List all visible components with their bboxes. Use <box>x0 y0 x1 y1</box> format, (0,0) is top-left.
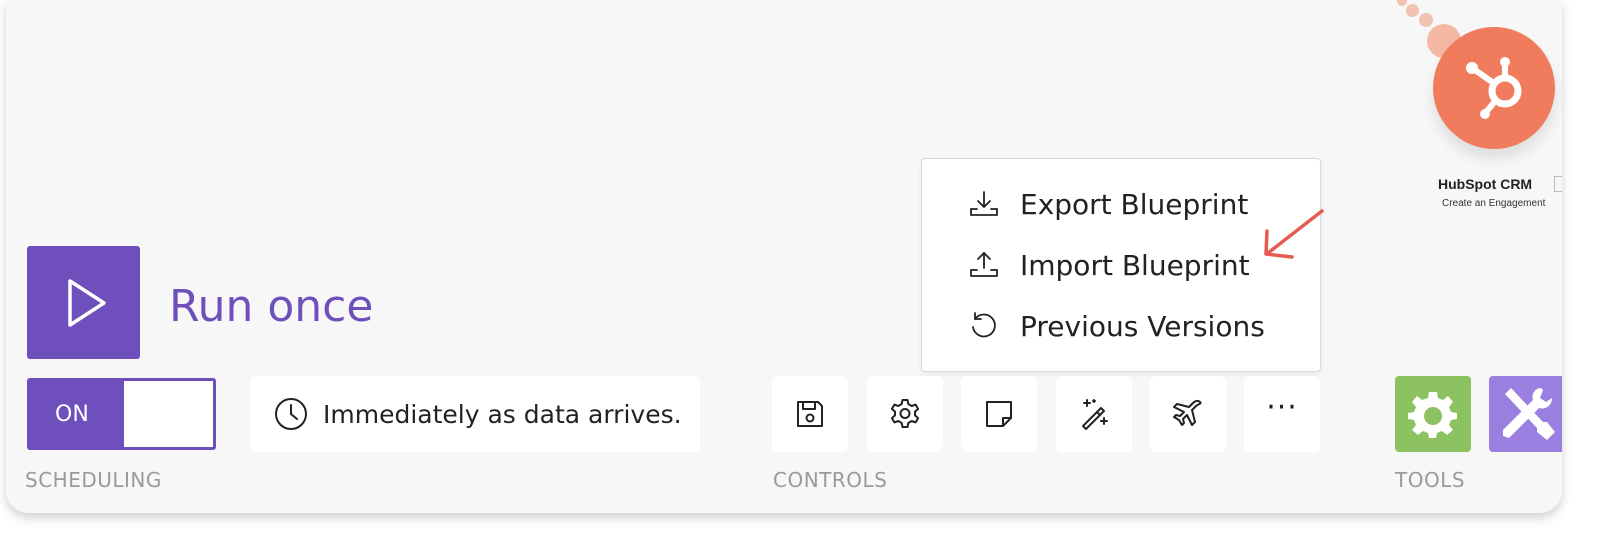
controls-section-label: CONTROLS <box>773 468 888 492</box>
tools-gear-button[interactable] <box>1395 376 1471 452</box>
tools-flow-control-button[interactable] <box>1489 376 1562 452</box>
scenario-canvas: HubSpot CRM Create an Engagement Export … <box>6 0 1562 513</box>
module-subtitle: Create an Engagement <box>1442 198 1546 209</box>
scheduling-section-label: SCHEDULING <box>25 468 162 492</box>
annotation-arrow-icon <box>1264 209 1324 259</box>
settings-button[interactable] <box>867 376 943 452</box>
auto-align-button[interactable] <box>1056 376 1132 452</box>
play-icon <box>67 278 106 327</box>
toggle-knob <box>124 381 213 447</box>
floppy-disk-icon <box>797 401 823 427</box>
module-id-badge <box>1554 176 1562 192</box>
airplane-icon <box>1173 399 1202 426</box>
menu-item-label: Import Blueprint <box>1020 248 1250 282</box>
notes-button[interactable] <box>961 376 1037 452</box>
scheduling-toggle[interactable]: ON <box>27 378 216 450</box>
run-once-button[interactable] <box>27 246 140 359</box>
ellipsis-icon: ··· <box>1266 389 1298 425</box>
schedule-setting-button[interactable]: Immediately as data arrives. <box>250 376 700 452</box>
menu-item-import-blueprint[interactable]: Import Blueprint <box>968 243 1250 287</box>
toggle-label: ON <box>55 402 89 427</box>
wrench-screwdriver-icon <box>1503 388 1555 440</box>
schedule-text: Immediately as data arrives. <box>323 399 682 429</box>
magic-wand-icon <box>1082 399 1108 430</box>
history-icon <box>972 312 996 338</box>
clock-icon <box>275 398 307 430</box>
upload-tray-icon <box>970 252 998 277</box>
run-once-label[interactable]: Run once <box>169 281 373 332</box>
hubspot-module[interactable] <box>1433 27 1555 149</box>
tools-section-label: TOOLS <box>1395 468 1466 492</box>
menu-item-label: Export Blueprint <box>1020 187 1249 221</box>
hubspot-sprocket-icon <box>1466 57 1522 119</box>
more-options-button[interactable]: ··· <box>1244 376 1320 452</box>
download-tray-icon <box>970 191 998 216</box>
menu-item-export-blueprint[interactable]: Export Blueprint <box>968 182 1248 226</box>
menu-item-previous-versions[interactable]: Previous Versions <box>968 304 1265 348</box>
module-title: HubSpot CRM <box>1438 176 1533 192</box>
gear-icon <box>890 399 920 428</box>
save-button[interactable] <box>772 376 848 452</box>
gear-icon <box>1408 392 1457 438</box>
more-options-menu: Export Blueprint Import Blueprint Previo… <box>921 158 1321 372</box>
explain-flow-button[interactable] <box>1150 376 1226 452</box>
menu-item-label: Previous Versions <box>1020 309 1265 343</box>
sticky-note-icon <box>986 401 1012 427</box>
